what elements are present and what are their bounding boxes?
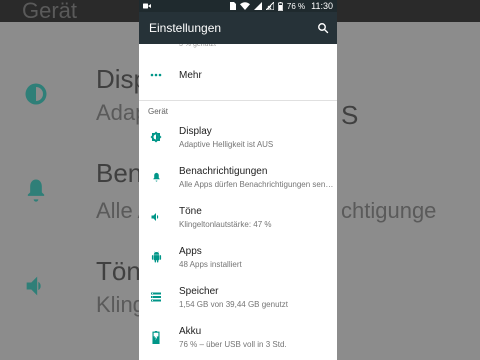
- settings-item-label: Mehr: [179, 69, 202, 81]
- settings-item-subtitle: 48 Apps installiert: [179, 259, 242, 269]
- settings-item-title: Akku: [179, 325, 202, 337]
- battery-icon: [278, 1, 283, 11]
- settings-item-storage[interactable]: Speicher 1,54 GB von 39,44 GB genutzt: [139, 277, 337, 317]
- background-text-notifications-cont: chtigunge: [341, 198, 437, 223]
- settings-item-tones[interactable]: Töne Klingeltonlautstärke: 47 %: [139, 197, 337, 237]
- search-icon[interactable]: [317, 22, 329, 34]
- settings-item-subtitle: Alle Apps dürfen Benachrichtigungen send…: [179, 179, 337, 189]
- settings-item-apps[interactable]: Apps 48 Apps installiert: [139, 237, 337, 277]
- settings-item-subtitle: Klingeltonlautstärke: 47 %: [179, 219, 272, 229]
- no-signal-icon: [265, 2, 274, 10]
- settings-item-title: Benachrichtigungen: [179, 165, 268, 177]
- settings-item-subtitle: Adaptive Helligkeit ist AUS: [179, 139, 274, 149]
- volume-icon: [139, 211, 171, 223]
- settings-item-subtitle: 76 % – über USB voll in 3 Std.: [179, 339, 287, 349]
- settings-item-title: Apps: [179, 245, 202, 257]
- settings-item-subtitle: 1,54 GB von 39,44 GB genutzt: [179, 299, 288, 309]
- background-section-header: Gerät: [22, 0, 78, 23]
- section-header-device: Gerät: [148, 107, 169, 116]
- settings-screen: 76 % 11:30 Einstellungen 3 % genutzt Meh…: [139, 0, 337, 360]
- app-toolbar: Einstellungen: [139, 12, 337, 44]
- bell-icon: [139, 171, 171, 183]
- battery-charging-icon: [139, 330, 171, 344]
- clock: 11:30: [311, 1, 333, 11]
- brightness-icon: [139, 131, 171, 143]
- wifi-icon: [239, 2, 250, 10]
- status-bar: 76 % 11:30: [139, 0, 337, 12]
- settings-item-battery[interactable]: Akku 76 % – über USB voll in 3 Std.: [139, 317, 337, 357]
- settings-item-title: Display: [179, 125, 212, 137]
- settings-item-notifications[interactable]: Benachrichtigungen Alle Apps dürfen Bena…: [139, 157, 337, 197]
- settings-item-title: Töne: [179, 205, 202, 217]
- background-text-s: S: [341, 100, 359, 130]
- background-brightness-icon: [25, 83, 47, 105]
- settings-item-more[interactable]: Mehr: [139, 50, 337, 100]
- background-bell-icon: [27, 179, 45, 202]
- signal-icon: [253, 2, 262, 10]
- background-text-tones: Tön: [96, 256, 141, 286]
- background-volume-icon: [26, 276, 41, 296]
- android-icon: [139, 251, 171, 263]
- settings-list: 3 % genutzt Mehr Gerät Display Adaptive …: [139, 44, 337, 360]
- page-title: Einstellungen: [149, 21, 222, 35]
- settings-item-title: Speicher: [179, 285, 219, 297]
- storage-icon: [139, 292, 171, 302]
- sim-card-icon: [229, 2, 236, 10]
- settings-item-display[interactable]: Display Adaptive Helligkeit ist AUS: [139, 117, 337, 157]
- battery-percentage: 76 %: [286, 1, 306, 11]
- video-camera-icon: [143, 3, 151, 9]
- more-dots-icon: [139, 73, 171, 77]
